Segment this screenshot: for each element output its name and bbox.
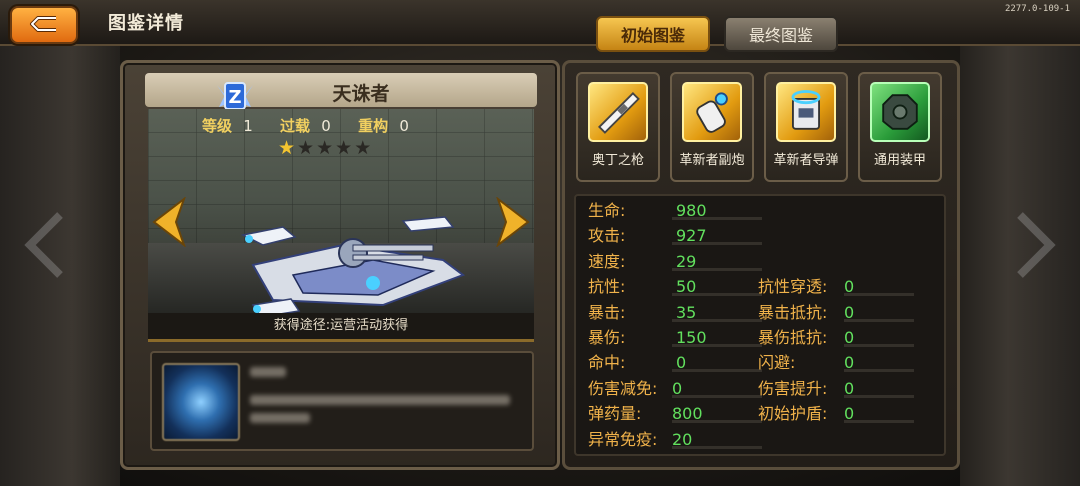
- ship-image: [240, 216, 466, 313]
- unit-preview-scene: 等级 1 过载 0 重构 0 ★★★★★: [148, 109, 534, 313]
- stat-label: 攻击:: [588, 226, 626, 246]
- stat-label: 弹药量:: [588, 404, 642, 424]
- stat-label: 暴伤:: [588, 328, 626, 347]
- unit-levels: 等级 1 过载 0 重构 0: [202, 115, 431, 136]
- tab-final-codex[interactable]: 最终图鉴: [724, 16, 838, 52]
- stat-row: 闪避: 0: [758, 352, 928, 374]
- stat-label: 伤害减免:: [588, 378, 658, 398]
- stat-row: 生命: 980: [588, 200, 762, 222]
- skill-box: [150, 351, 534, 451]
- stat-row: 伤害减免: 0: [588, 378, 762, 400]
- stat-row: 暴击抵抗: 0: [758, 302, 928, 324]
- equip-label: 革新者导弹: [773, 153, 839, 168]
- stat-label: 暴击:: [588, 302, 626, 322]
- star-rating: ★★★★★: [278, 137, 373, 159]
- chevron-left-icon: [20, 210, 66, 280]
- back-arrow-icon: [30, 16, 56, 32]
- star-empty-icon: ★: [316, 137, 336, 159]
- equip-label: 奥丁之枪: [591, 153, 644, 168]
- chevron-right-icon: [1014, 210, 1060, 280]
- stats-panel: 生命: 980 攻击: 927 速度: 29 抗性: 50 暴击: 35 暴伤: 150 命中: 0 伤害减…: [574, 194, 946, 456]
- rebuild-label: 重构: [358, 117, 389, 135]
- blurred-skill-text-2: [250, 413, 310, 423]
- stat-row: 伤害提升: 0: [758, 378, 928, 400]
- unit-name: 天诛者: [332, 83, 390, 105]
- gun-icon: [588, 82, 648, 142]
- missile-icon: [776, 82, 836, 142]
- right-wall: [960, 40, 1080, 486]
- stat-row: 抗性穿透: 0: [758, 276, 928, 298]
- skill-icon: [162, 363, 240, 441]
- page-title: 图鉴详情: [108, 13, 184, 34]
- overload-label: 过载: [280, 117, 311, 135]
- stat-label: 闪避:: [758, 353, 796, 373]
- equip-slot-3[interactable]: 革新者导弹: [764, 72, 848, 182]
- stat-row: 异常免疫: 20: [588, 429, 762, 451]
- prev-arrow-icon[interactable]: [148, 197, 190, 247]
- stat-label: 生命:: [588, 201, 626, 220]
- star-empty-icon: ★: [297, 137, 317, 159]
- equip-label: 革新者副炮: [679, 153, 745, 168]
- star-filled-icon: ★: [278, 137, 298, 159]
- next-arrow-icon[interactable]: [492, 197, 534, 247]
- tab-initial-codex[interactable]: 初始图鉴: [596, 16, 710, 52]
- blurred-skill-text: [250, 395, 510, 405]
- star-empty-icon: ★: [335, 137, 355, 159]
- stat-row: 弹药量: 800: [588, 403, 762, 425]
- stat-row: 命中: 0: [588, 352, 762, 374]
- stat-label: 暴伤抵抗:: [758, 328, 828, 347]
- rebuild-value: 0: [399, 117, 409, 135]
- stat-row: 抗性: 50: [588, 276, 762, 298]
- stat-label: 命中:: [588, 353, 626, 373]
- stat-label: 抗性:: [588, 277, 626, 297]
- equip-label: 通用装甲: [873, 153, 926, 168]
- unit-panel: 天诛者 Z 等级 1 过载 0 重构 0 ★★★★★ 获得途径:运营活动获得: [120, 60, 560, 470]
- stat-label: 初始护盾:: [758, 404, 828, 424]
- stat-label: 抗性穿透:: [758, 277, 828, 297]
- level-value: 1: [243, 117, 253, 135]
- stat-label: 异常免疫:: [588, 429, 658, 449]
- stat-row: 暴伤: 150: [588, 327, 762, 349]
- stat-row: 攻击: 927: [588, 225, 762, 247]
- cannon-icon: [682, 82, 742, 142]
- back-button[interactable]: [10, 6, 78, 44]
- stat-row: 暴伤抵抗: 0: [758, 327, 928, 349]
- stat-label: 伤害提升:: [758, 378, 828, 398]
- equip-slot-4[interactable]: 通用装甲: [858, 72, 942, 182]
- name-bar: 天诛者: [145, 73, 537, 107]
- stat-row: 暴击: 35: [588, 302, 762, 324]
- equip-slot-2[interactable]: 革新者副炮: [670, 72, 754, 182]
- stat-label: 速度:: [588, 251, 626, 271]
- left-wall: [0, 40, 120, 486]
- stat-label: 暴击抵抗:: [758, 302, 828, 322]
- acquisition-text: 获得途径:运营活动获得: [148, 313, 534, 342]
- rank-badge-icon: Z: [215, 79, 255, 113]
- armor-icon: [870, 82, 930, 142]
- overload-value: 0: [321, 117, 331, 135]
- top-bar: 图鉴详情 2277.0-109-1: [0, 0, 1080, 46]
- rank-letter: Z: [228, 87, 241, 108]
- star-empty-icon: ★: [354, 137, 374, 159]
- stat-row: 速度: 29: [588, 251, 762, 273]
- blurred-skill-title: [250, 367, 286, 377]
- stat-row: 初始护盾: 0: [758, 403, 928, 425]
- equip-slot-1[interactable]: 奥丁之枪: [576, 72, 660, 182]
- level-label: 等级: [202, 117, 233, 135]
- version-text: 2277.0-109-1: [1004, 4, 1070, 14]
